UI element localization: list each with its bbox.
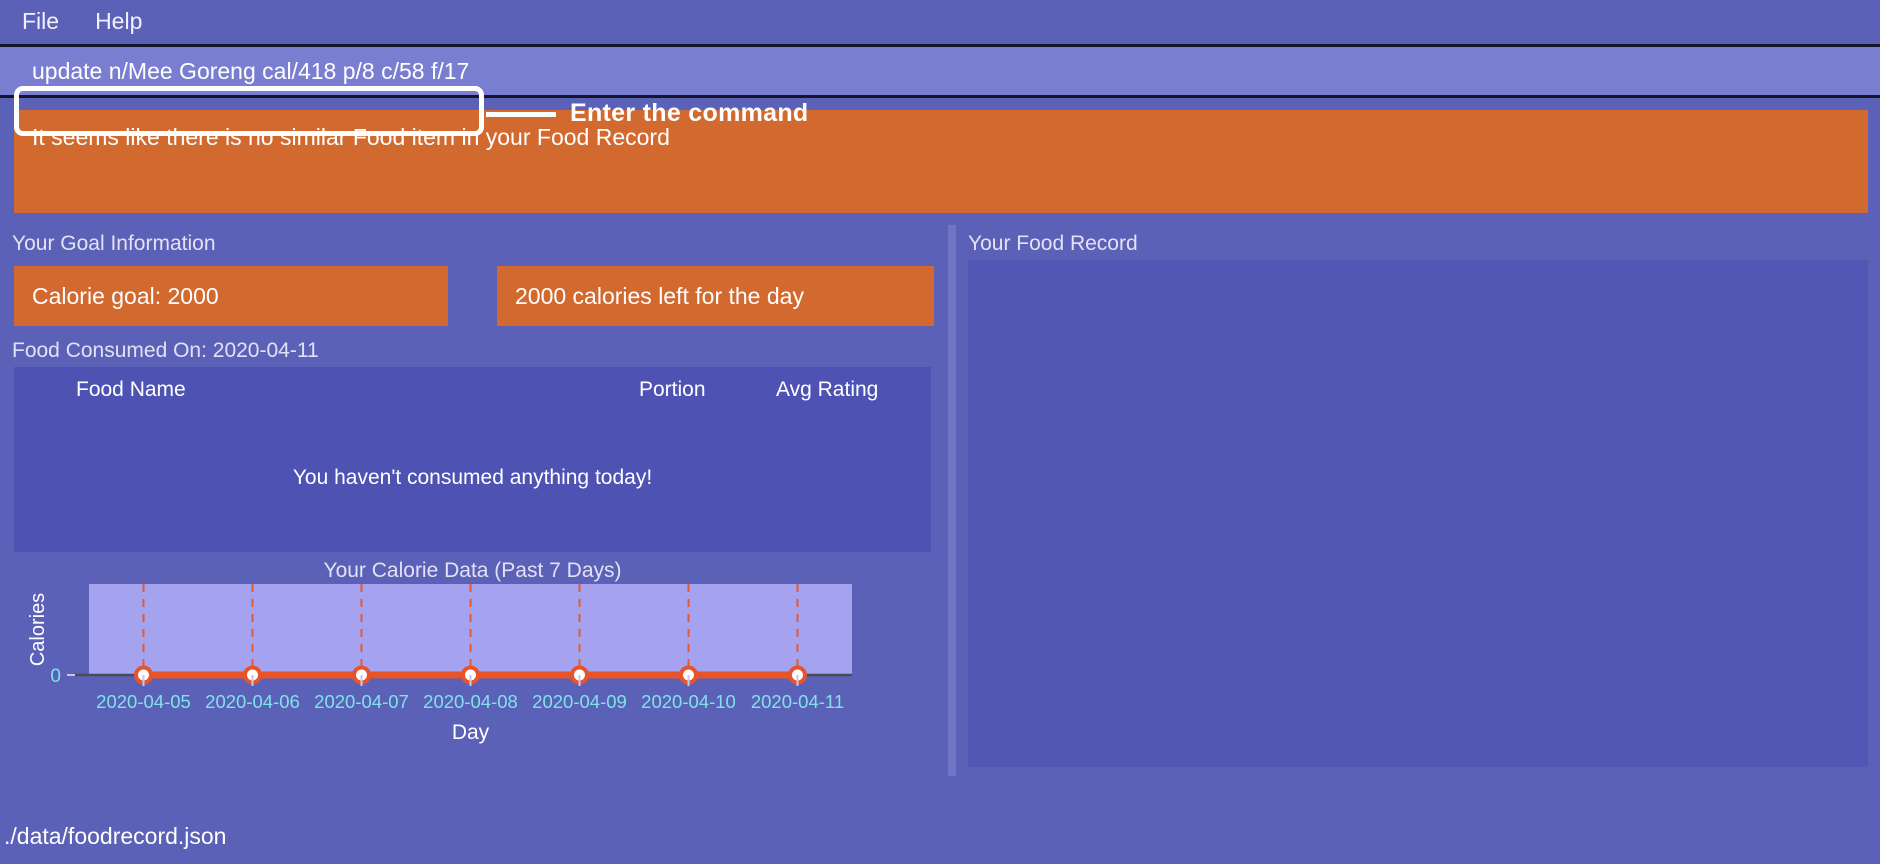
- chart-x-tick-label: 2020-04-11: [751, 691, 844, 712]
- status-bar-file-path: ./data/foodrecord.json: [4, 822, 227, 849]
- calories-left-text: 2000 calories left for the day: [515, 282, 804, 309]
- menu-item-help[interactable]: Help: [95, 9, 142, 33]
- chart-svg: 0Calories 2020-04-05 2020-04-06 2020-04-07 2…: [27, 584, 852, 744]
- menu-item-file[interactable]: File: [22, 9, 59, 33]
- calorie-goal-box: Calorie goal: 2000: [14, 266, 448, 326]
- chart-x-tick-label: 2020-04-10: [641, 691, 736, 712]
- chart-x-tick-label: 2020-04-09: [532, 691, 627, 712]
- chart-x-tick-label: 2020-04-06: [205, 691, 300, 712]
- column-header-avg-rating[interactable]: Avg Rating: [776, 378, 878, 402]
- chart-y-tick-label: 0: [50, 666, 61, 687]
- food-record-list[interactable]: [968, 260, 1868, 767]
- command-input[interactable]: update n/Mee Goreng cal/418 p/8 c/58 f/1…: [0, 44, 1880, 98]
- table-header-row: Food Name Portion Avg Rating: [14, 367, 931, 402]
- goal-information-panel: Your Goal Information Calorie goal: 2000…: [0, 223, 948, 776]
- annotation-label: Enter the command: [570, 99, 809, 127]
- calorie-chart: Your Calorie Data (Past 7 Days) 0 Calorie…: [14, 552, 931, 752]
- calorie-goal-text: Calorie goal: 2000: [32, 282, 219, 309]
- main-content: Your Goal Information Calorie goal: 2000…: [0, 223, 1880, 776]
- food-record-panel-title: Your Food Record: [968, 232, 1138, 255]
- column-header-food-name[interactable]: Food Name: [76, 378, 186, 402]
- column-header-portion[interactable]: Portion: [639, 378, 706, 402]
- pane-divider[interactable]: [948, 225, 956, 776]
- chart-x-tick-label: 2020-04-05: [96, 691, 191, 712]
- status-bar: ./data/foodrecord.json: [0, 808, 1880, 864]
- chart-x-tick-label: 2020-04-08: [423, 691, 518, 712]
- food-consumed-table[interactable]: Food Name Portion Avg Rating You haven't…: [14, 367, 931, 552]
- annotation-leader-line: [486, 112, 556, 117]
- menu-bar: File Help: [0, 0, 1880, 42]
- chart-y-axis-label: Calories: [27, 593, 49, 666]
- result-display: It seems like there is no similar Food i…: [14, 110, 1868, 213]
- chart-x-axis-label: Day: [452, 721, 490, 744]
- goal-boxes-spacer: [448, 266, 497, 326]
- chart-x-tick-label: 2020-04-07: [314, 691, 409, 712]
- calories-left-box: 2000 calories left for the day: [497, 266, 934, 326]
- goal-panel-title: Your Goal Information: [12, 232, 216, 255]
- chart-title: Your Calorie Data (Past 7 Days): [323, 559, 622, 582]
- food-record-panel: Your Food Record: [956, 223, 1880, 776]
- food-consumed-date-label: Food Consumed On: 2020-04-11: [12, 339, 319, 362]
- command-input-value: update n/Mee Goreng cal/418 p/8 c/58 f/1…: [32, 57, 470, 84]
- chart-plot-holder: 0 Calories 2020-04-05 2020-04-06 2020-04-07 2…: [14, 580, 931, 752]
- goal-boxes-row: Calorie goal: 2000 2000 calories left fo…: [0, 260, 948, 326]
- result-display-wrapper: It seems like there is no similar Food i…: [0, 102, 1880, 223]
- command-row: update n/Mee Goreng cal/418 p/8 c/58 f/1…: [0, 42, 1880, 136]
- table-empty-message: You haven't consumed anything today!: [292, 466, 653, 489]
